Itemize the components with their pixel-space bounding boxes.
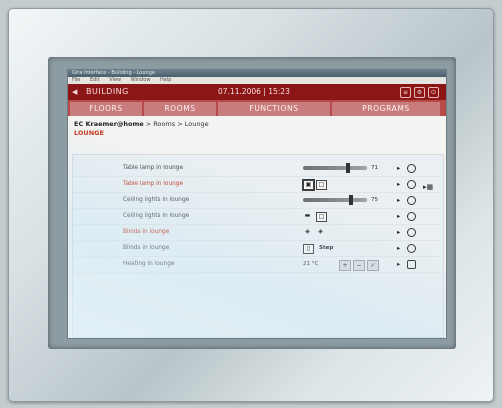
datetime-display: 07.11.2006 | 15:23 [218,87,290,96]
blinds-step-label[interactable]: Step [319,241,333,256]
tab-functions[interactable]: FUNCTIONS [218,102,330,116]
timer-icon[interactable] [407,228,416,237]
device-label: Heating in lounge [123,261,175,267]
window-titlebar: Gira Interface - Building - Lounge [68,70,446,77]
status-arrow-icon: ▸ [397,228,401,236]
nav-tabs: FLOORS ROOMS FUNCTIONS PROGRAMS [68,100,446,116]
device-label: Blinds in lounge [123,245,170,251]
device-label: Table lamp in lounge [123,181,184,187]
device-label: Blinds in lounge [123,229,170,235]
blinds-down-icon[interactable]: ◈ [316,228,325,236]
status-arrow-icon: ▸ [397,212,401,220]
device-label: Table lamp in lounge [123,165,184,171]
blinds-up-icon[interactable]: ◈ [303,228,312,236]
blinds-step-icon[interactable]: ▯ [303,244,314,254]
status-arrow-icon: ▸ [397,244,401,252]
tab-floors[interactable]: FLOORS [70,102,142,116]
breadcrumb-path: > Rooms > Lounge [143,120,209,128]
menu-file[interactable]: File [72,77,80,83]
menu-help[interactable]: Help [160,77,171,83]
header-bar: ◀ BUILDING 07.11.2006 | 15:23 ≡ ⚙ ⏻ [68,84,446,100]
timer-icon[interactable] [407,244,416,253]
dimmer-value: 71 [371,165,378,171]
minus-button[interactable]: − [353,260,365,271]
lamp-on-icon[interactable]: ▣ [303,180,314,190]
temperature-value: 21 °C [303,261,319,267]
status-arrow-icon: ▸ [397,260,401,268]
page-title: LOUNGE [74,129,104,137]
dimmer-value: 75 [371,197,378,203]
list-item: Table lamp in lounge ▣ □ ▸ ▸▦ [73,177,443,193]
check-button[interactable]: ✓ [367,260,379,271]
window-title: Gira Interface - Building - Lounge [72,70,155,76]
menu-window[interactable]: Window [131,77,151,83]
dimmer-slider[interactable] [303,195,367,205]
plus-button[interactable]: + [339,260,351,271]
list-item: Heating in lounge 21 °C + − ✓ ▸ [73,257,443,273]
status-arrow-icon: ▸ [397,180,401,188]
menu-bar: File Edit View Window Help [68,77,446,84]
light-on-icon[interactable]: □ [316,212,327,222]
list-item: Table lamp in lounge 71 ▸ [73,161,443,177]
device-label: Ceiling lights in lounge [123,213,190,219]
tab-programs[interactable]: PROGRAMS [332,102,440,116]
timer-icon[interactable] [407,196,416,205]
menu-icon[interactable]: ≡ [400,87,411,98]
tab-rooms[interactable]: ROOMS [144,102,216,116]
device-label: Ceiling lights in lounge [123,197,190,203]
list-item: Blinds in lounge ▯ Step ▸ [73,241,443,257]
power-icon[interactable]: ⏻ [428,87,439,98]
list-item: Ceiling lights in lounge 75 ▸ [73,193,443,209]
menu-view[interactable]: View [109,77,121,83]
touch-screen: Gira Interface - Building - Lounge File … [68,70,446,338]
slider-handle[interactable] [349,195,353,205]
status-arrow-icon: ▸ [397,164,401,172]
timer-icon[interactable] [407,212,416,221]
light-off-icon[interactable]: ▬ [303,212,312,220]
back-arrow-icon[interactable]: ◀ [72,84,77,100]
menu-edit[interactable]: Edit [90,77,100,83]
lamp-off-icon[interactable]: □ [316,180,327,190]
device-list: Table lamp in lounge 71 ▸ Table lamp in … [72,154,444,338]
dimmer-slider[interactable] [303,163,367,173]
slider-handle[interactable] [346,163,351,173]
timer-icon[interactable] [407,164,416,173]
status-arrow-icon: ▸ [397,196,401,204]
list-item: Blinds in lounge ◈ ◈ ▸ [73,225,443,241]
breadcrumb: EC Kraemer@home > Rooms > Lounge [68,116,446,129]
timer-icon[interactable] [407,180,416,189]
breadcrumb-user[interactable]: EC Kraemer@home [74,120,144,128]
heating-mode-icon[interactable] [407,260,416,269]
list-item: Ceiling lights in lounge ▬ □ ▸ [73,209,443,225]
building-label[interactable]: BUILDING [86,84,129,100]
settings-icon[interactable]: ⚙ [414,87,425,98]
